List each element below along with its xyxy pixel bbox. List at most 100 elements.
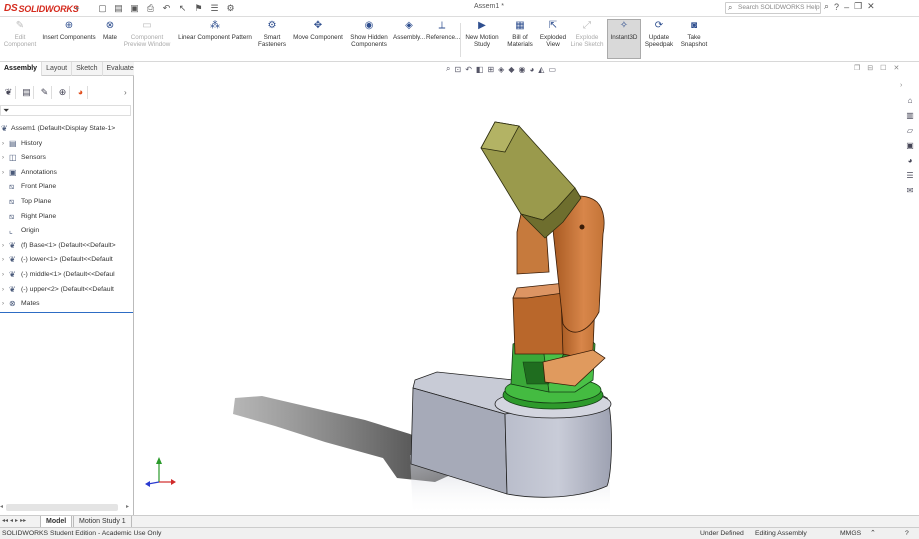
exploded-view-label-1: Exploded xyxy=(539,34,567,41)
last-tab-icon[interactable]: ▸▸ xyxy=(20,517,26,524)
instant3d-button[interactable]: ✧ Instant3D xyxy=(607,19,641,59)
feature-manager-panel: ❦ ▤ ✎ ⊕ ◕ › ⏷ ❦ Assem1 (Default<Display S… xyxy=(0,76,134,515)
bill-of-materials-button[interactable]: ▦ Bill of Materials xyxy=(504,20,536,48)
panel-expand-icon[interactable]: › xyxy=(124,88,127,97)
assembly-features-label: Assembly... xyxy=(393,34,426,41)
search-options-icon[interactable]: ⌕ xyxy=(824,1,829,12)
tab-layout[interactable]: Layout xyxy=(42,62,73,76)
move-component-button[interactable]: ✥ Move Component xyxy=(290,20,346,41)
tab-assembly[interactable]: Assembly xyxy=(0,62,43,76)
tree-row[interactable]: › ❦ (f) Base<1> (Default<<Default> xyxy=(0,239,134,254)
assembly-features-button[interactable]: ◈ Assembly... xyxy=(393,20,425,41)
expand-arrow-icon[interactable]: › xyxy=(2,297,4,312)
expand-arrow-icon[interactable]: › xyxy=(2,137,4,152)
explode-line-sketch-button[interactable]: ⤢ Explode Line Sketch xyxy=(570,20,604,48)
tree-row[interactable]: ⧅ Front Plane xyxy=(0,180,134,195)
tree-row[interactable]: ⧅ Right Plane xyxy=(0,210,134,225)
help-search-input[interactable]: ⌕ Search SOLIDWORKS Help xyxy=(725,2,821,14)
status-definition: Under Defined xyxy=(700,530,744,537)
tree-row[interactable]: › ◫ Sensors xyxy=(0,151,134,166)
show-hidden-components-button[interactable]: ◉ Show Hidden Components xyxy=(348,20,390,48)
origin-icon: ⌞ xyxy=(9,226,13,236)
component-preview-button[interactable]: ▭ Component Preview Window xyxy=(122,20,172,48)
help-icon[interactable]: ? xyxy=(834,2,839,12)
tree-row[interactable]: › ❦ (-) upper<2> (Default<<Default xyxy=(0,283,134,298)
tree-row[interactable]: › ▣ Annotations xyxy=(0,166,134,181)
expand-arrow-icon[interactable]: › xyxy=(2,166,4,181)
tree-row[interactable]: ⧅ Top Plane xyxy=(0,195,134,210)
tree-row[interactable]: › ▤ History xyxy=(0,137,134,152)
update-speedpak-label-2: Speedpak xyxy=(644,41,674,48)
close-icon[interactable]: ✕ xyxy=(867,1,875,12)
robot-arm-model[interactable] xyxy=(135,62,919,515)
first-tab-icon[interactable]: ◂◂ xyxy=(2,517,8,524)
smart-fasteners-button[interactable]: ⚙ Smart Fasteners xyxy=(257,20,287,48)
logo-ds: DS xyxy=(4,3,18,14)
linear-pattern-icon: ⁂ xyxy=(210,20,220,31)
help-status-icon[interactable]: ? xyxy=(905,528,909,539)
update-speedpak-icon: ⟳ xyxy=(654,20,664,31)
status-units[interactable]: MMGS xyxy=(840,528,861,539)
undo-icon[interactable]: ↶ xyxy=(160,2,173,14)
bill-of-materials-label-2: Materials xyxy=(507,41,533,48)
minimize-icon[interactable]: – xyxy=(844,2,849,12)
save-icon[interactable]: ▣ xyxy=(128,2,141,14)
mate-button[interactable]: ⊗ Mate xyxy=(99,20,121,41)
expand-arrow-icon[interactable]: › xyxy=(2,151,4,166)
component-preview-label-1: Component xyxy=(130,34,164,41)
feature-manager-icon[interactable]: ❦ xyxy=(2,85,16,99)
next-tab-icon[interactable]: ▸ xyxy=(15,517,18,524)
graphics-area[interactable]: ⌕ ⊡ ↶ ◧ ⊞ ◈ ◆ ◉ ◕ ◭ ▭ ❐ ⊟ ☐ ✕ › ⌂ ▥ ▱ ▣ … xyxy=(135,62,919,515)
annotations-icon: ▣ xyxy=(9,167,17,177)
insert-components-button[interactable]: ⊕ Insert Components xyxy=(40,20,98,41)
tree-row[interactable]: ❦ Assem1 (Default<Display State-1> xyxy=(0,122,134,137)
tree-row[interactable]: ⌞ Origin xyxy=(0,224,134,239)
tree-item-label: (-) lower<1> (Default<<Default xyxy=(21,256,113,264)
open-icon[interactable]: ▤ xyxy=(112,2,125,14)
edit-component-button[interactable]: ✎ Edit Component xyxy=(2,20,38,48)
tree-row[interactable]: › ❦ (-) middle<1> (Default<<Defaul xyxy=(0,268,134,283)
scroll-right-icon[interactable]: ▸ xyxy=(126,503,129,510)
expand-arrow-icon[interactable]: › xyxy=(2,253,4,268)
horizontal-scrollbar[interactable] xyxy=(6,504,118,511)
scroll-left-icon[interactable]: ◂ xyxy=(0,503,3,510)
move-component-label: Move Component xyxy=(293,34,343,41)
tab-evaluate[interactable]: Evaluate xyxy=(103,62,139,76)
exploded-view-button[interactable]: ⇱ Exploded View xyxy=(537,20,569,48)
explode-line-sketch-label-2: Line Sketch xyxy=(570,41,604,48)
tree-row[interactable]: › ⊗ Mates xyxy=(0,297,134,312)
prev-tab-icon[interactable]: ◂ xyxy=(10,517,13,524)
property-manager-icon[interactable]: ▤ xyxy=(20,85,34,99)
linear-pattern-button[interactable]: ⁂ Linear Component Pattern xyxy=(174,20,256,41)
tree-row[interactable]: › ❦ (-) lower<1> (Default<<Default xyxy=(0,253,134,268)
update-speedpak-button[interactable]: ⟳ Update Speedpak xyxy=(642,20,676,48)
tab-navigation: ◂◂ ◂ ▸ ▸▸ xyxy=(2,517,26,524)
panel-divider xyxy=(0,312,133,313)
tree-item-label: Annotations xyxy=(21,168,57,176)
reference-geometry-button[interactable]: ⟂ Reference... xyxy=(426,20,460,41)
file-properties-icon[interactable]: ☰ xyxy=(208,2,221,14)
restore-icon[interactable]: ❐ xyxy=(854,1,862,12)
logo-menu-arrow-icon[interactable]: ▸ xyxy=(76,4,80,12)
solidworks-logo[interactable]: DS SOLIDWORKS xyxy=(4,2,79,15)
configuration-manager-icon[interactable]: ✎ xyxy=(38,85,52,99)
dimxpert-manager-icon[interactable]: ⊕ xyxy=(56,85,70,99)
take-snapshot-button[interactable]: ◙ Take Snapshot xyxy=(678,20,710,48)
display-manager-icon[interactable]: ◕ xyxy=(74,85,88,99)
print-icon[interactable]: ⎙ xyxy=(144,2,157,14)
move-component-icon: ✥ xyxy=(313,20,323,31)
tab-sketch[interactable]: Sketch xyxy=(72,62,103,76)
new-icon[interactable]: ▢ xyxy=(96,2,109,14)
rebuild-icon[interactable]: ⚑ xyxy=(192,2,205,14)
select-icon[interactable]: ↖ xyxy=(176,2,189,14)
history-icon: ▤ xyxy=(9,138,17,148)
tree-filter-field[interactable]: ⏷ xyxy=(0,105,131,116)
new-motion-study-button[interactable]: ▶ New Motion Study xyxy=(462,20,502,48)
expand-arrow-icon[interactable]: › xyxy=(2,283,4,298)
expand-arrow-icon[interactable]: › xyxy=(2,268,4,283)
edit-component-icon: ✎ xyxy=(15,20,25,31)
plane-icon: ⧅ xyxy=(9,196,15,206)
options-icon[interactable]: ⚙ xyxy=(224,2,237,14)
units-menu-icon[interactable]: ⌃ xyxy=(870,528,876,539)
expand-arrow-icon[interactable]: › xyxy=(2,239,4,254)
